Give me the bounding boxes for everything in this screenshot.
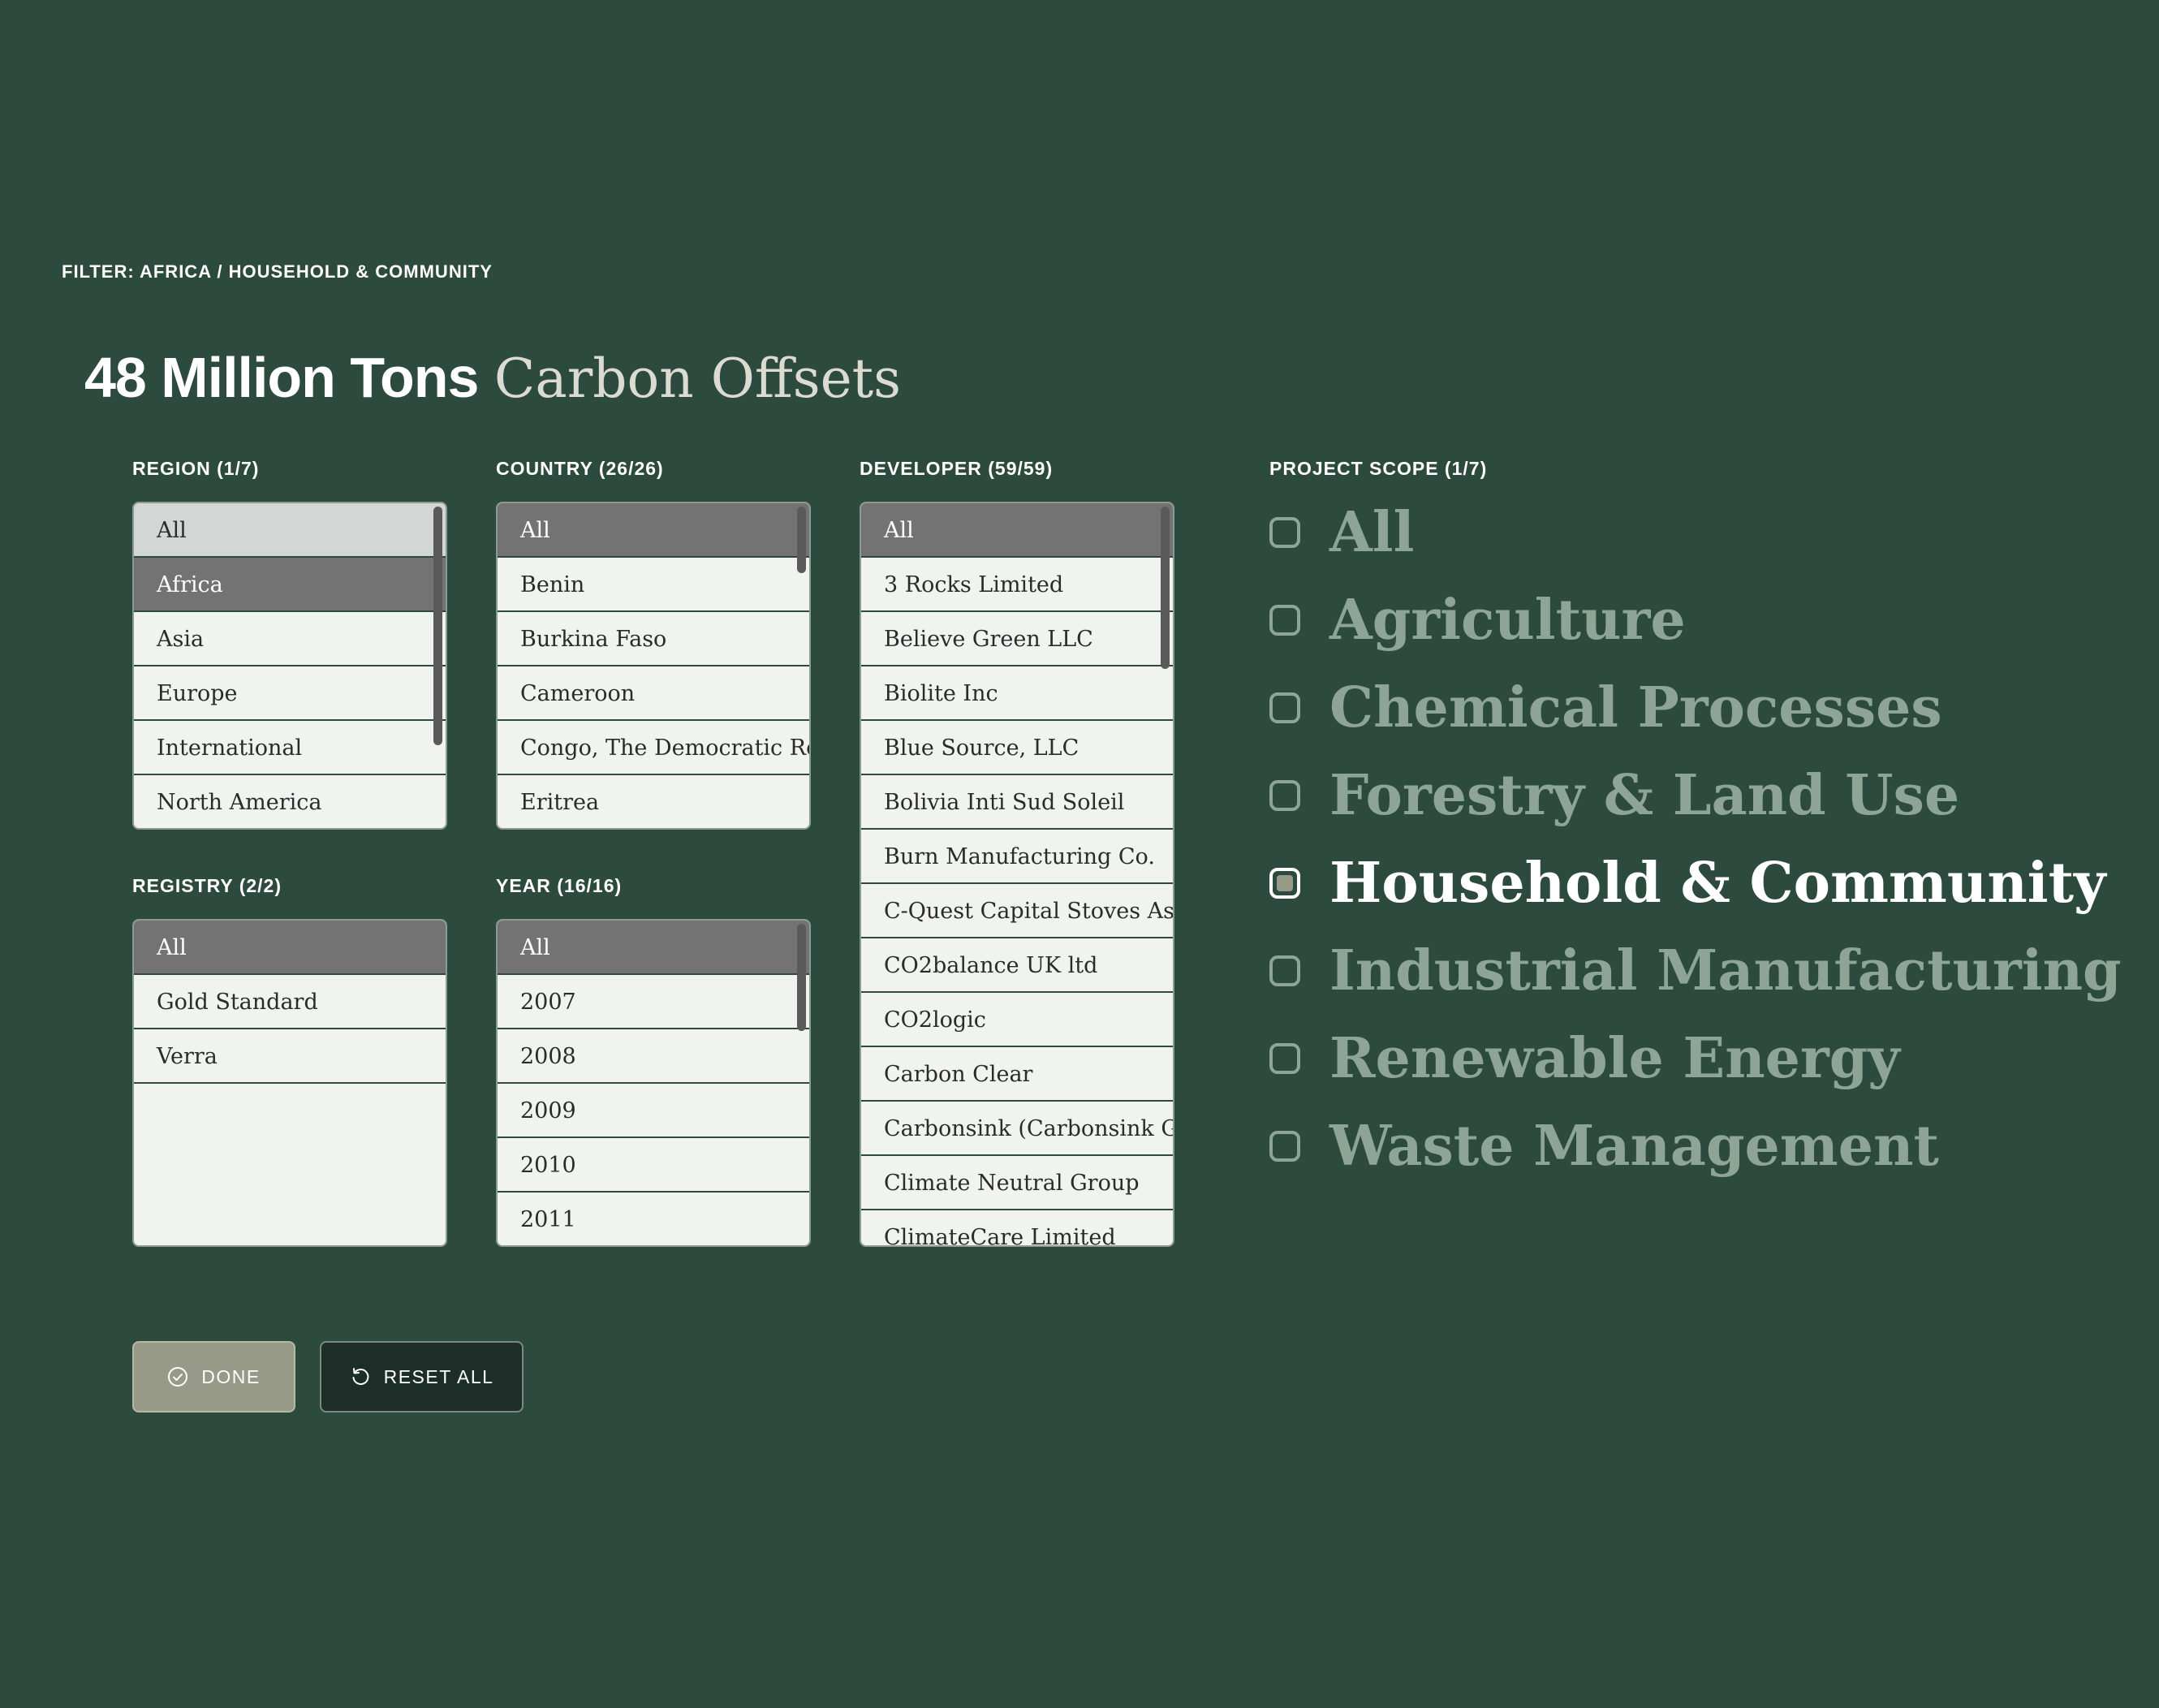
scope-option-label: All bbox=[1329, 500, 1415, 565]
region-scrollbar[interactable] bbox=[433, 507, 442, 745]
checkbox-icon[interactable] bbox=[1269, 605, 1300, 636]
developer-option[interactable]: Biolite Inc bbox=[861, 666, 1173, 721]
year-option[interactable]: 2007 bbox=[498, 975, 809, 1029]
project-scope-label: PROJECT SCOPE (1/7) bbox=[1269, 458, 1488, 479]
developer-option[interactable]: All bbox=[861, 503, 1173, 558]
year-option[interactable]: All bbox=[498, 921, 809, 975]
checkbox-icon[interactable] bbox=[1269, 1131, 1300, 1162]
scope-option-label: Agriculture bbox=[1329, 588, 1686, 653]
scope-option-all[interactable]: All bbox=[1269, 489, 2122, 576]
region-option[interactable]: Europe bbox=[134, 666, 446, 721]
developer-option[interactable]: Believe Green LLC bbox=[861, 612, 1173, 666]
done-button[interactable]: DONE bbox=[132, 1341, 295, 1413]
scope-option-waste[interactable]: Waste Management bbox=[1269, 1102, 2122, 1190]
year-label: YEAR (16/16) bbox=[496, 875, 623, 896]
region-option[interactable]: Africa bbox=[134, 558, 446, 612]
scope-option-label: Renewable Energy bbox=[1329, 1026, 1900, 1091]
developer-option[interactable]: Bolivia Inti Sud Soleil bbox=[861, 775, 1173, 830]
scope-option-label: Chemical Processes bbox=[1329, 675, 1942, 740]
checkbox-icon[interactable] bbox=[1269, 692, 1300, 723]
scope-option-label: Household & Community bbox=[1329, 851, 2106, 916]
region-option[interactable]: International bbox=[134, 721, 446, 775]
scope-option-forestry[interactable]: Forestry & Land Use bbox=[1269, 752, 2122, 839]
reset-all-button-label: RESET ALL bbox=[383, 1365, 494, 1387]
page-title: 48 Million Tons Carbon Offsets bbox=[84, 341, 901, 414]
developer-option[interactable]: Burn Manufacturing Co. bbox=[861, 830, 1173, 884]
country-listbox[interactable]: All Benin Burkina Faso Cameroon Congo, T… bbox=[496, 502, 811, 830]
reset-all-button[interactable]: RESET ALL bbox=[320, 1341, 524, 1413]
registry-label: REGISTRY (2/2) bbox=[132, 875, 282, 896]
developer-listbox[interactable]: All 3 Rocks Limited Believe Green LLC Bi… bbox=[860, 502, 1174, 1247]
country-option[interactable]: All bbox=[498, 503, 809, 558]
region-option[interactable]: North America bbox=[134, 775, 446, 828]
developer-option[interactable]: C-Quest Capital Stoves Asia Pvt bbox=[861, 884, 1173, 938]
country-option[interactable]: Eritrea bbox=[498, 775, 809, 828]
registry-option[interactable]: Gold Standard bbox=[134, 975, 446, 1029]
offset-label: Carbon Offsets bbox=[493, 347, 902, 410]
developer-option[interactable]: Blue Source, LLC bbox=[861, 721, 1173, 775]
registry-option[interactable]: Verra bbox=[134, 1029, 446, 1084]
checkbox-icon[interactable] bbox=[1269, 780, 1300, 811]
checkbox-checked-icon[interactable] bbox=[1269, 868, 1300, 899]
year-option[interactable]: 2010 bbox=[498, 1138, 809, 1193]
checkbox-icon[interactable] bbox=[1269, 955, 1300, 986]
scope-option-industrial[interactable]: Industrial Manufacturing bbox=[1269, 927, 2122, 1015]
checkbox-icon[interactable] bbox=[1269, 517, 1300, 548]
developer-option[interactable]: Carbonsink (Carbonsink Group) bbox=[861, 1102, 1173, 1156]
region-option[interactable]: Asia bbox=[134, 612, 446, 666]
checkbox-icon[interactable] bbox=[1269, 1043, 1300, 1074]
country-scrollbar[interactable] bbox=[797, 507, 806, 573]
offset-amount: 48 Million Tons bbox=[84, 346, 479, 409]
scope-option-chemical-processes[interactable]: Chemical Processes bbox=[1269, 664, 2122, 752]
registry-option[interactable]: All bbox=[134, 921, 446, 975]
check-circle-icon bbox=[167, 1366, 188, 1387]
developer-option[interactable]: CO2logic bbox=[861, 993, 1173, 1047]
country-option[interactable]: Congo, The Democratic Republic bbox=[498, 721, 809, 775]
scope-option-label: Waste Management bbox=[1329, 1114, 1939, 1179]
developer-label: DEVELOPER (59/59) bbox=[860, 458, 1054, 479]
country-option[interactable]: Cameroon bbox=[498, 666, 809, 721]
developer-option[interactable]: 3 Rocks Limited bbox=[861, 558, 1173, 612]
country-option[interactable]: Benin bbox=[498, 558, 809, 612]
developer-option[interactable]: CO2balance UK ltd bbox=[861, 938, 1173, 993]
region-listbox[interactable]: All Africa Asia Europe International Nor… bbox=[132, 502, 447, 830]
region-option[interactable]: All bbox=[134, 503, 446, 558]
developer-option[interactable]: Carbon Clear bbox=[861, 1047, 1173, 1102]
filter-breadcrumb: FILTER: AFRICA / HOUSEHOLD & COMMUNITY bbox=[62, 261, 493, 282]
project-scope-list: All Agriculture Chemical Processes Fores… bbox=[1269, 489, 2122, 1190]
scope-option-agriculture[interactable]: Agriculture bbox=[1269, 576, 2122, 664]
scope-option-renewable[interactable]: Renewable Energy bbox=[1269, 1015, 2122, 1102]
year-option[interactable]: 2009 bbox=[498, 1084, 809, 1138]
year-scrollbar[interactable] bbox=[797, 924, 806, 1031]
scope-option-label: Forestry & Land Use bbox=[1329, 763, 1960, 828]
done-button-label: DONE bbox=[201, 1365, 261, 1387]
registry-listbox[interactable]: All Gold Standard Verra bbox=[132, 919, 447, 1247]
reset-icon bbox=[350, 1366, 371, 1387]
year-option[interactable]: 2011 bbox=[498, 1193, 809, 1245]
scope-option-label: Industrial Manufacturing bbox=[1329, 938, 2122, 1003]
year-listbox[interactable]: All 2007 2008 2009 2010 2011 bbox=[496, 919, 811, 1247]
country-label: COUNTRY (26/26) bbox=[496, 458, 664, 479]
developer-option[interactable]: Climate Neutral Group bbox=[861, 1156, 1173, 1210]
year-option[interactable]: 2008 bbox=[498, 1029, 809, 1084]
developer-scrollbar[interactable] bbox=[1161, 507, 1170, 669]
scope-option-household[interactable]: Household & Community bbox=[1269, 839, 2122, 927]
region-label: REGION (1/7) bbox=[132, 458, 260, 479]
developer-option[interactable]: ClimateCare Limited bbox=[861, 1210, 1173, 1245]
country-option[interactable]: Burkina Faso bbox=[498, 612, 809, 666]
